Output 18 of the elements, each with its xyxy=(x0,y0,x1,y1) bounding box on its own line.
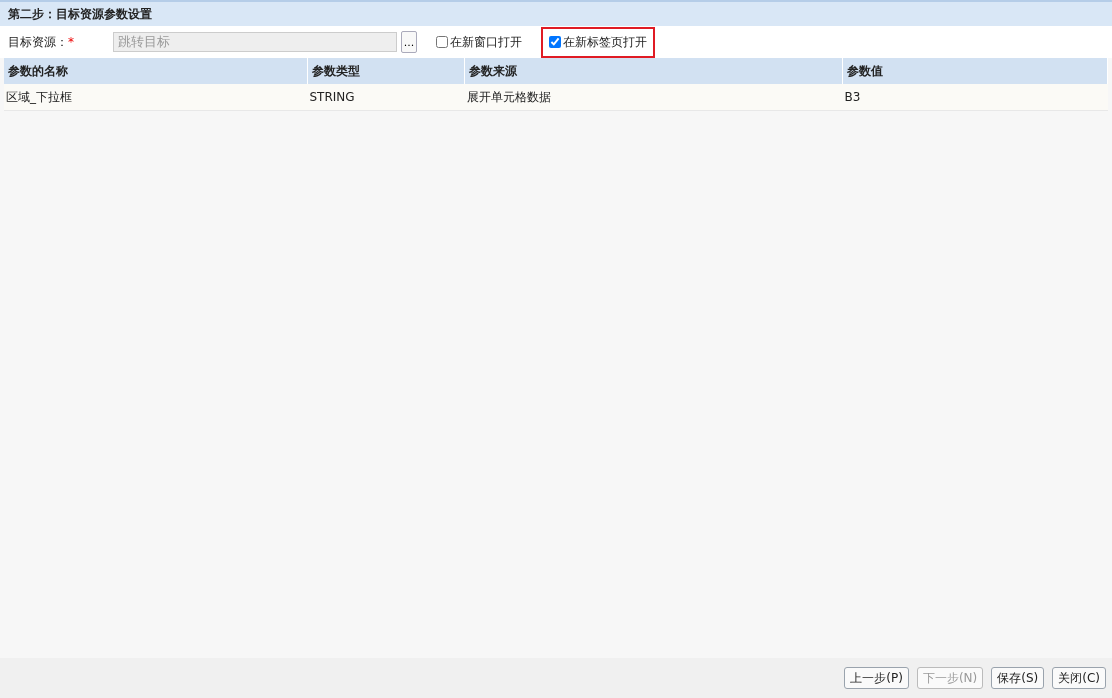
table-cell: 展开单元格数据 xyxy=(464,84,843,111)
checkbox[interactable] xyxy=(549,36,561,48)
table-cell: B3 xyxy=(842,84,1108,111)
column-header: 参数来源 xyxy=(464,58,843,84)
column-header: 参数的名称 xyxy=(4,58,308,84)
panel-title: 第二步：目标资源参数设置 xyxy=(0,2,1112,26)
table-cell: STRING xyxy=(307,84,465,111)
checkbox-option[interactable]: 在新窗口打开 xyxy=(431,28,527,56)
footer-button[interactable]: 保存(S) xyxy=(991,667,1045,689)
checkbox-label: 在新标签页打开 xyxy=(563,33,647,51)
footer-button[interactable]: 上一步(P) xyxy=(844,667,909,689)
table-cell: 区域_下拉框 xyxy=(4,84,308,111)
checkbox[interactable] xyxy=(436,36,448,48)
column-header: 参数值 xyxy=(842,58,1108,84)
field-label: 目标资源：* xyxy=(8,33,75,51)
column-header: 参数类型 xyxy=(307,58,465,84)
checkbox-label: 在新窗口打开 xyxy=(450,33,522,51)
footer-button[interactable]: 关闭(C) xyxy=(1052,667,1106,689)
